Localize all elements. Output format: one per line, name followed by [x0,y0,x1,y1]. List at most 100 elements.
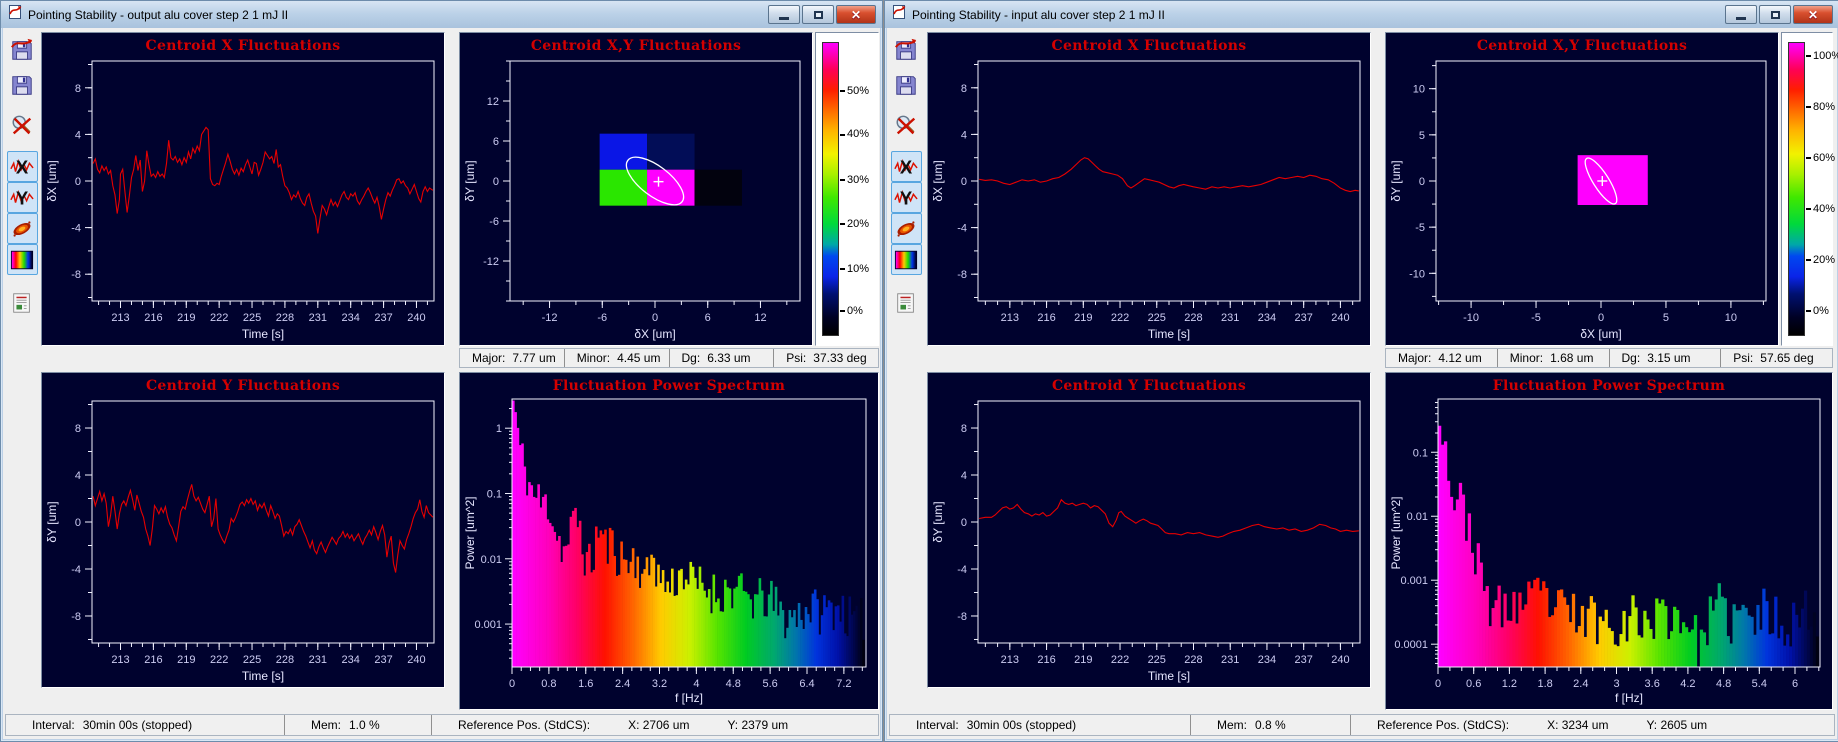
svg-text:0: 0 [75,517,81,529]
svg-text:234: 234 [1258,654,1276,666]
minimize-button[interactable] [1725,5,1757,24]
svg-text:Time [s]: Time [s] [1148,669,1190,683]
svg-text:δX [um]: δX [um] [931,160,945,201]
svg-text:231: 231 [309,312,327,324]
status-reference-pos: Reference Pos. (StdCS):X: 2706 umY: 2379… [431,715,878,735]
save-annotated-button[interactable] [891,34,922,65]
svg-text:3.6: 3.6 [1645,678,1660,690]
power-spectrum-plot: 00.81.62.43.244.85.66.47.210.10.010.001f… [460,373,880,711]
svg-text:-6: -6 [597,312,607,324]
centroid-x-plot: 213216219222225228231234237240840-4-8Tim… [42,33,446,347]
svg-text:225: 225 [243,654,261,666]
maximize-button[interactable] [802,5,834,24]
toggle-centroid-map-button[interactable] [891,213,922,244]
colorbar-gradient [822,42,839,336]
svg-text:-5: -5 [1415,222,1425,234]
svg-text:f [Hz]: f [Hz] [675,691,703,705]
toggle-power-spectrum-button[interactable] [7,244,38,275]
svg-text:Y: Y [16,187,29,208]
toggle-y-fluctuations-button[interactable]: Y [891,182,922,213]
svg-text:Time [s]: Time [s] [1148,327,1190,341]
svg-text:0: 0 [75,176,81,188]
svg-text:2.4: 2.4 [615,678,630,690]
svg-text:4.8: 4.8 [726,678,741,690]
svg-text:X: X [16,156,29,177]
zoom-off-button[interactable] [891,110,922,141]
title-bar[interactable]: Pointing Stability - input alu cover ste… [885,1,1838,28]
svg-text:222: 222 [1111,312,1129,324]
svg-text:-12: -12 [483,256,499,268]
svg-text:8: 8 [961,423,967,435]
stat-minor: Minor:1.68 um [1497,349,1609,367]
svg-text:δX [um]: δX [um] [45,160,59,201]
svg-text:1.8: 1.8 [1537,678,1552,690]
svg-text:δY [um]: δY [um] [931,501,945,542]
svg-text:-12: -12 [542,312,558,324]
toolbar: XY [3,34,41,322]
svg-text:0.1: 0.1 [1413,447,1428,459]
report-button[interactable] [891,287,922,318]
svg-text:Y: Y [900,187,913,208]
svg-text:-8: -8 [71,611,81,623]
svg-text:0: 0 [1435,678,1441,690]
svg-text:0.01: 0.01 [1407,511,1428,523]
svg-text:5: 5 [1419,130,1425,142]
svg-text:Time [s]: Time [s] [242,327,284,341]
title-bar[interactable]: Pointing Stability - output alu cover st… [1,1,882,28]
toggle-x-fluctuations-button[interactable]: X [7,151,38,182]
svg-text:5: 5 [1663,312,1669,324]
svg-text:228: 228 [1184,312,1202,324]
svg-text:δY [um]: δY [um] [463,160,477,201]
app-icon [7,4,23,25]
report-button[interactable] [7,287,38,318]
window-title: Pointing Stability - input alu cover ste… [912,8,1725,22]
maximize-button[interactable] [1759,5,1791,24]
status-interval: Interval:30min 00s (stopped) [6,715,284,735]
status-interval: Interval:30min 00s (stopped) [890,715,1190,735]
save-annotated-button[interactable] [7,34,38,65]
svg-text:0.6: 0.6 [1466,678,1481,690]
svg-text:3.2: 3.2 [652,678,667,690]
status-reference-pos: Reference Pos. (StdCS):X: 3234 umY: 2605… [1350,715,1834,735]
colorbar-tick: 10% [840,263,869,275]
svg-text:0: 0 [1419,176,1425,188]
stat-psi: Psi:37.33 deg [773,349,878,367]
svg-text:-8: -8 [957,611,967,623]
svg-text:0.8: 0.8 [541,678,556,690]
svg-text:222: 222 [210,654,228,666]
colorbar-tick: 30% [840,174,869,186]
minimize-button[interactable] [768,5,800,24]
toggle-power-spectrum-button[interactable] [891,244,922,275]
save-button[interactable] [7,69,38,100]
colorbar-tick: 100% [1806,50,1838,62]
svg-text:0: 0 [1598,312,1604,324]
status-bar: Interval:30min 00s (stopped) Mem:1.0 % R… [5,714,879,736]
plot-centroid-y-panel: 213216219222225228231234237240840-4-8Tim… [41,372,445,688]
svg-text:0: 0 [961,176,967,188]
svg-text:228: 228 [276,312,294,324]
svg-text:222: 222 [1111,654,1129,666]
svg-text:1: 1 [496,423,502,435]
toggle-y-fluctuations-button[interactable]: Y [7,182,38,213]
toggle-centroid-map-button[interactable] [7,213,38,244]
svg-text:4.8: 4.8 [1716,678,1731,690]
zoom-off-button[interactable] [7,110,38,141]
svg-text:-10: -10 [1463,312,1479,324]
close-button[interactable]: ✕ [836,5,876,24]
svg-text:1.2: 1.2 [1502,678,1517,690]
close-button[interactable]: ✕ [1793,5,1833,24]
plot-centroid-y-panel: 213216219222225228231234237240840-4-8Tim… [927,372,1371,688]
svg-text:0: 0 [493,176,499,188]
colorbar-tick: 80% [1806,101,1835,113]
ellipse-stats-bar: Major:4.12 um Minor:1.68 um Dg:3.15 um P… [1385,348,1833,368]
close-icon: ✕ [851,9,861,21]
svg-text:237: 237 [374,312,392,324]
save-button[interactable] [891,69,922,100]
svg-text:4: 4 [693,678,699,690]
toggle-x-fluctuations-button[interactable]: X [891,151,922,182]
svg-text:225: 225 [243,312,261,324]
svg-text:219: 219 [177,654,195,666]
svg-text:216: 216 [1037,312,1055,324]
svg-text:6.4: 6.4 [799,678,814,690]
svg-text:-10: -10 [1409,268,1425,280]
